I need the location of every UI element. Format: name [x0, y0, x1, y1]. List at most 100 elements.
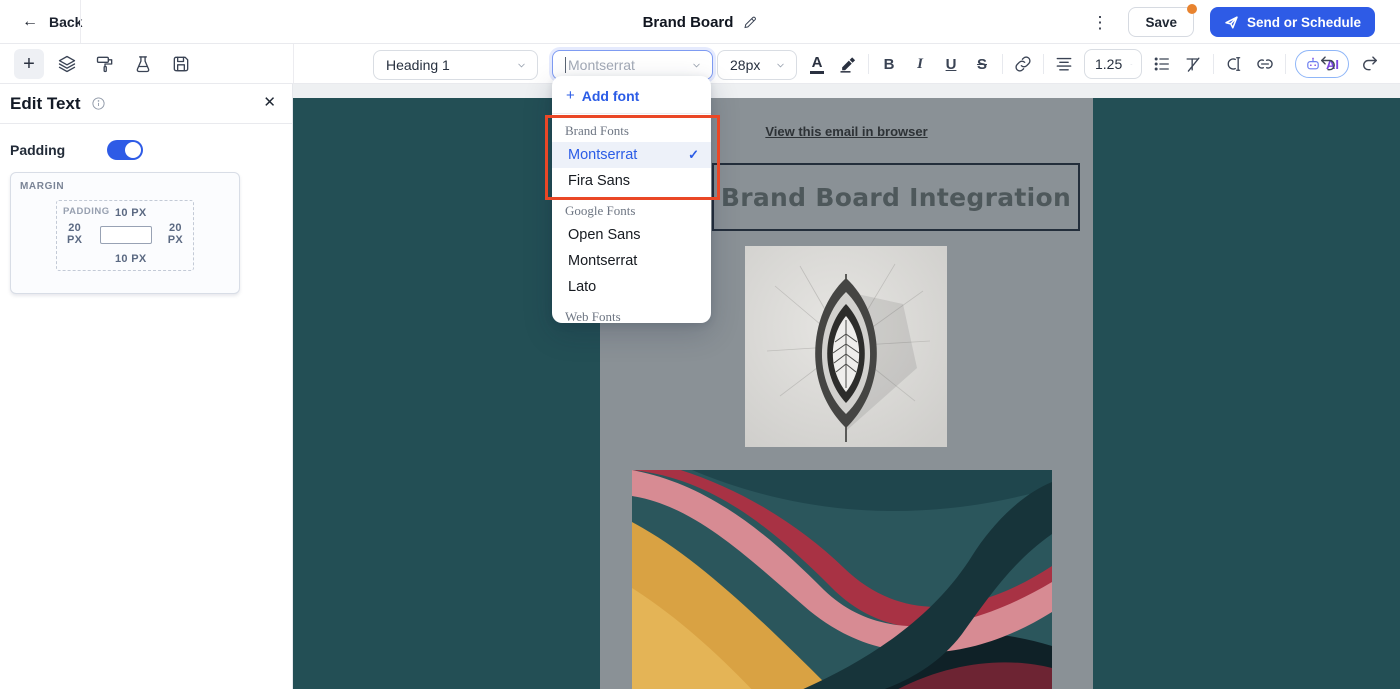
check-icon: ✓	[688, 147, 699, 163]
history-tools	[1318, 53, 1380, 73]
font-option-open-sans[interactable]: Open Sans	[552, 222, 711, 248]
bold-button[interactable]: B	[878, 51, 900, 77]
add-font-button[interactable]: + Add font	[552, 76, 711, 113]
underline-button[interactable]: U	[940, 51, 962, 77]
add-block-button[interactable]: +	[14, 49, 44, 79]
font-option-label: Fira Sans	[568, 173, 630, 189]
separator	[1213, 54, 1214, 74]
padding-top-value: 10 PX	[115, 207, 146, 219]
bullet-list-icon	[1152, 54, 1172, 74]
padding-bottom-value: 10 PX	[115, 253, 146, 265]
font-option-lato[interactable]: Lato	[552, 274, 711, 300]
leaf-artwork-image[interactable]	[745, 246, 947, 447]
redo-icon[interactable]	[1360, 53, 1380, 73]
paint-roller-button[interactable]	[90, 49, 120, 79]
highlighter-icon	[838, 54, 858, 74]
paint-roller-icon	[95, 54, 115, 74]
document-title-wrap: Brand Board	[643, 0, 758, 44]
font-section-brand: Brand Fonts	[552, 114, 711, 142]
undo-icon[interactable]	[1318, 53, 1338, 73]
line-height-value: 1.25	[1095, 56, 1122, 72]
topbar-actions: ⋮ Save Send or Schedule	[1087, 0, 1375, 44]
font-option-label: Lato	[568, 279, 596, 295]
text-caret	[565, 57, 566, 73]
padding-value-input[interactable]	[100, 226, 152, 244]
info-icon[interactable]	[91, 96, 106, 111]
bullet-list-button[interactable]	[1151, 51, 1173, 77]
toolbar-divider	[293, 44, 294, 83]
merge-tag-icon	[1224, 54, 1244, 74]
separator	[1002, 54, 1003, 74]
separator	[1285, 54, 1286, 74]
padding-region: PADDING 10 PX 20PX 20PX 10 PX	[56, 200, 194, 271]
email-editor: ← Back Brand Board ⋮ Save Send or Schedu…	[0, 0, 1400, 689]
margin-label: MARGIN	[20, 181, 64, 192]
selected-heading-block[interactable]: Brand Board Integration	[712, 163, 1080, 231]
inline-format-tools: A B I U S	[806, 49, 1349, 79]
font-color-icon: A	[810, 55, 824, 74]
back-label: Back	[49, 14, 82, 30]
font-family-value: Montserrat	[568, 57, 683, 73]
send-or-schedule-button[interactable]: Send or Schedule	[1210, 7, 1375, 37]
layers-button[interactable]	[52, 49, 82, 79]
flask-icon	[133, 54, 153, 74]
clear-formatting-button[interactable]	[1182, 51, 1204, 77]
panel-title: Edit Text	[10, 94, 81, 114]
link-icon	[1013, 54, 1033, 74]
plus-icon: +	[566, 87, 575, 104]
italic-button[interactable]: I	[909, 51, 931, 77]
close-panel-icon[interactable]: ✕	[263, 93, 276, 111]
padding-toggle[interactable]	[107, 140, 143, 160]
alignment-button[interactable]	[1053, 51, 1075, 77]
flask-button[interactable]	[128, 49, 158, 79]
special-link-button[interactable]	[1254, 51, 1276, 77]
send-icon	[1224, 15, 1239, 30]
merge-tag-button[interactable]	[1223, 51, 1245, 77]
abstract-waves-image[interactable]	[632, 470, 1052, 689]
font-option-fira-sans[interactable]: Fira Sans	[552, 168, 711, 194]
edit-title-pencil-icon[interactable]	[742, 15, 757, 30]
paragraph-style-value: Heading 1	[386, 57, 508, 73]
font-size-value: 28px	[730, 57, 767, 73]
padding-label: Padding	[10, 142, 65, 158]
font-color-button[interactable]: A	[806, 51, 828, 77]
add-font-label: Add font	[582, 88, 640, 104]
font-option-label: Montserrat	[568, 253, 637, 269]
save-button[interactable]: Save	[1128, 7, 1194, 37]
chevron-down-icon	[516, 60, 527, 71]
separator	[868, 54, 869, 74]
chain-horizontal-icon	[1255, 54, 1275, 74]
font-dropdown: + Add font Brand Fonts Montserrat ✓ Fira…	[552, 76, 711, 323]
top-bar: ← Back Brand Board ⋮ Save Send or Schedu…	[0, 0, 1400, 44]
font-option-label: Open Sans	[568, 227, 641, 243]
send-label: Send or Schedule	[1247, 15, 1361, 30]
back-arrow-icon: ←	[22, 13, 38, 31]
padding-toggle-row: Padding	[0, 124, 292, 176]
padding-left-value: 20PX	[67, 222, 82, 246]
email-outer-background[interactable]: View this email in browser Brand Board I…	[293, 98, 1400, 689]
padding-region-label: PADDING	[63, 206, 110, 217]
highlight-color-button[interactable]	[837, 51, 859, 77]
font-section-google: Google Fonts	[552, 194, 711, 222]
font-option-label: Montserrat	[568, 147, 637, 163]
layers-icon	[57, 54, 77, 74]
save-design-button[interactable]	[166, 49, 196, 79]
panel-header: Edit Text ✕	[0, 84, 292, 124]
paragraph-style-select[interactable]: Heading 1	[373, 50, 538, 80]
more-options-kebab-icon[interactable]: ⋮	[1087, 14, 1112, 31]
padding-right-value: 20PX	[168, 222, 183, 246]
edit-text-panel: Edit Text ✕ Padding MARGIN PADDING 10 PX…	[0, 84, 293, 689]
margin-padding-editor: MARGIN PADDING 10 PX 20PX 20PX 10 PX	[10, 172, 240, 294]
strikethrough-button[interactable]: S	[971, 51, 993, 77]
font-option-montserrat-google[interactable]: Montserrat	[552, 248, 711, 274]
chevron-down-icon	[691, 60, 702, 71]
link-button[interactable]	[1012, 51, 1034, 77]
toggle-knob	[125, 142, 141, 158]
line-height-select[interactable]: 1.25	[1084, 49, 1142, 79]
back-button[interactable]: ← Back	[22, 0, 82, 44]
save-label: Save	[1145, 15, 1177, 30]
font-size-select[interactable]: 28px	[717, 50, 797, 80]
floppy-disk-icon	[171, 54, 191, 74]
font-option-montserrat-brand[interactable]: Montserrat ✓	[552, 142, 711, 168]
block-tools: +	[14, 49, 196, 79]
